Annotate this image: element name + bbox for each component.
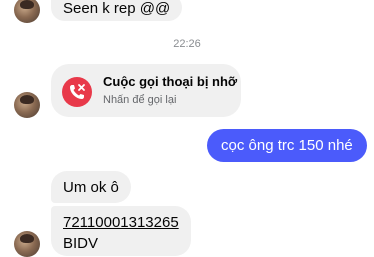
- message-bubble-incoming[interactable]: 72110001313265 BIDV: [51, 206, 191, 256]
- message-bubble-incoming[interactable]: Um ok ô: [51, 171, 131, 203]
- missed-call-subtitle: Nhấn để gọi lại: [103, 94, 177, 106]
- contact-avatar[interactable]: [14, 0, 40, 23]
- bank-name: BIDV: [63, 235, 99, 252]
- missed-call-title: Cuộc gọi thoại bị nhỡ: [103, 74, 238, 89]
- message-text: cọc ông trc 150 nhé: [221, 137, 353, 154]
- message-text: Seen k rep @@: [63, 0, 171, 17]
- contact-avatar[interactable]: [14, 92, 40, 118]
- message-timestamp: 22:26: [173, 38, 201, 50]
- missed-call-card[interactable]: Cuộc gọi thoại bị nhỡ Nhấn để gọi lại: [51, 64, 241, 117]
- message-bubble-incoming[interactable]: Seen k rep @@: [51, 0, 183, 21]
- message-text: Um ok ô: [63, 179, 119, 196]
- contact-avatar[interactable]: [14, 231, 40, 257]
- message-bubble-outgoing[interactable]: cọc ông trc 150 nhé: [207, 129, 367, 162]
- account-number-link[interactable]: 72110001313265: [63, 213, 179, 232]
- missed-call-icon: [62, 77, 92, 107]
